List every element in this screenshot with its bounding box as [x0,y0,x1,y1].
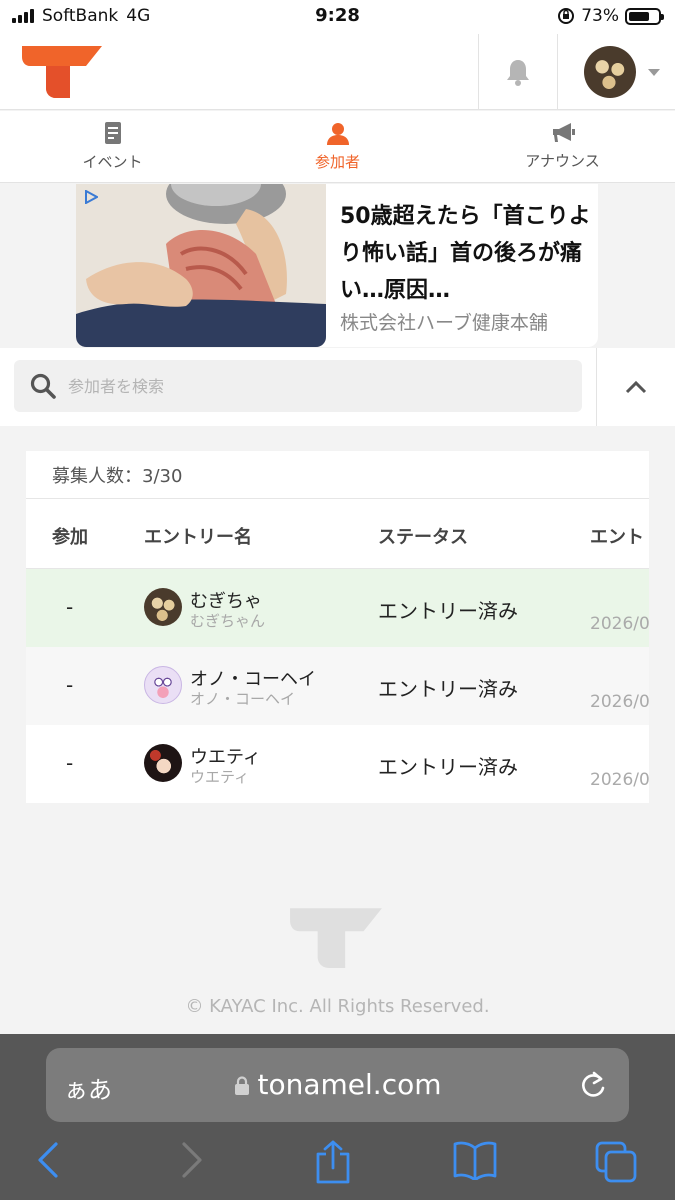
ad-sponsor: 株式会社ハーブ健康本舗 [340,312,548,334]
entry-date: 2026/0 [590,692,649,712]
header-entry-date: エント [590,527,644,548]
entry-subname: ウエティ [190,768,250,786]
status-cell: エントリー済み [378,599,518,623]
ad-banner[interactable]: 50歳超えたら「首こりより怖い話」首の後ろが痛い…原因… 株式会社ハーブ健康本舗 [76,184,598,347]
header-entry-name: エントリー名 [144,527,252,548]
notification-button[interactable] [478,34,558,110]
share-icon[interactable] [314,1140,352,1184]
user-avatar[interactable] [584,46,636,98]
app-header [0,34,675,110]
document-icon [104,122,121,144]
tab-announce[interactable]: アナウンス [450,111,675,182]
entry-date: 2026/0 [590,770,649,790]
browser-chrome: ぁあ tonamel.com [0,1034,675,1200]
status-right: 73% [557,6,664,26]
bookmarks-icon[interactable] [452,1140,498,1180]
join-cell: - [66,595,74,619]
browser-toolbar [0,1132,675,1192]
search-icon [30,373,56,399]
search-row [0,348,675,426]
tab-label: アナウンス [525,152,600,170]
account-menu[interactable] [558,34,675,110]
status-cell: エントリー済み [378,677,518,701]
tab-bar: イベント 参加者 アナウンス [0,111,675,183]
lock-icon [234,1076,249,1095]
entry-subname: オノ・コーヘイ [190,690,296,708]
join-cell: - [66,751,74,775]
avatar [144,588,182,626]
footer-logo [290,906,382,972]
person-icon [326,123,349,145]
recruit-count: 募集人数：3/30 [26,451,649,499]
header-join: 参加 [52,527,88,548]
ad-image[interactable] [76,184,326,347]
battery-percent: 73% [581,6,619,26]
table-row[interactable]: - オノ・コーヘイ オノ・コーヘイ エントリー済み 2026/0 [26,647,649,725]
tonamel-logo[interactable] [22,44,102,102]
avatar [144,744,182,782]
tab-event[interactable]: イベント [0,111,225,182]
status-bar: SoftBank 4G 9:28 73% [0,0,675,34]
tab-label: 参加者 [314,153,360,171]
chevron-up-icon [625,380,647,394]
tab-participants[interactable]: 参加者 [225,111,450,182]
url-display[interactable]: tonamel.com [46,1068,629,1101]
copyright: © KAYAC Inc. All Rights Reserved. [185,996,490,1017]
ad-title[interactable]: 50歳超えたら「首こりより怖い話」首の後ろが痛い…原因… [340,198,592,309]
avatar [144,666,182,704]
entry-date: 2026/0 [590,614,649,634]
table-row[interactable]: - むぎちゃ むぎちゃん エントリー済み 2026/0 [26,569,649,647]
megaphone-icon [552,123,575,142]
battery-icon [625,7,664,25]
tab-label: イベント [82,153,143,171]
tabs-icon[interactable] [594,1140,638,1184]
bell-icon [507,60,529,86]
header-status: ステータス [378,527,468,548]
table-header: 参加 エントリー名 ステータス エント [26,499,649,569]
entry-subname: むぎちゃん [190,612,266,630]
chevron-down-icon [648,68,660,76]
ad-choices-icon[interactable] [84,190,98,204]
table-row[interactable]: - ウエティ ウエティ エントリー済み 2026/0 [26,725,649,803]
join-cell: - [66,673,74,697]
search-input[interactable] [68,376,548,396]
orientation-lock-icon [558,8,575,24]
collapse-button[interactable] [596,348,675,426]
address-bar[interactable]: ぁあ tonamel.com [46,1048,629,1122]
search-box[interactable] [14,360,582,412]
status-cell: エントリー済み [378,755,518,779]
url-text: tonamel.com [257,1068,442,1101]
forward-icon[interactable] [180,1140,204,1180]
reload-icon[interactable] [579,1070,607,1100]
back-icon[interactable] [36,1140,60,1180]
participants-table: 募集人数：3/30 参加 エントリー名 ステータス エント - むぎちゃ むぎち… [26,451,649,803]
